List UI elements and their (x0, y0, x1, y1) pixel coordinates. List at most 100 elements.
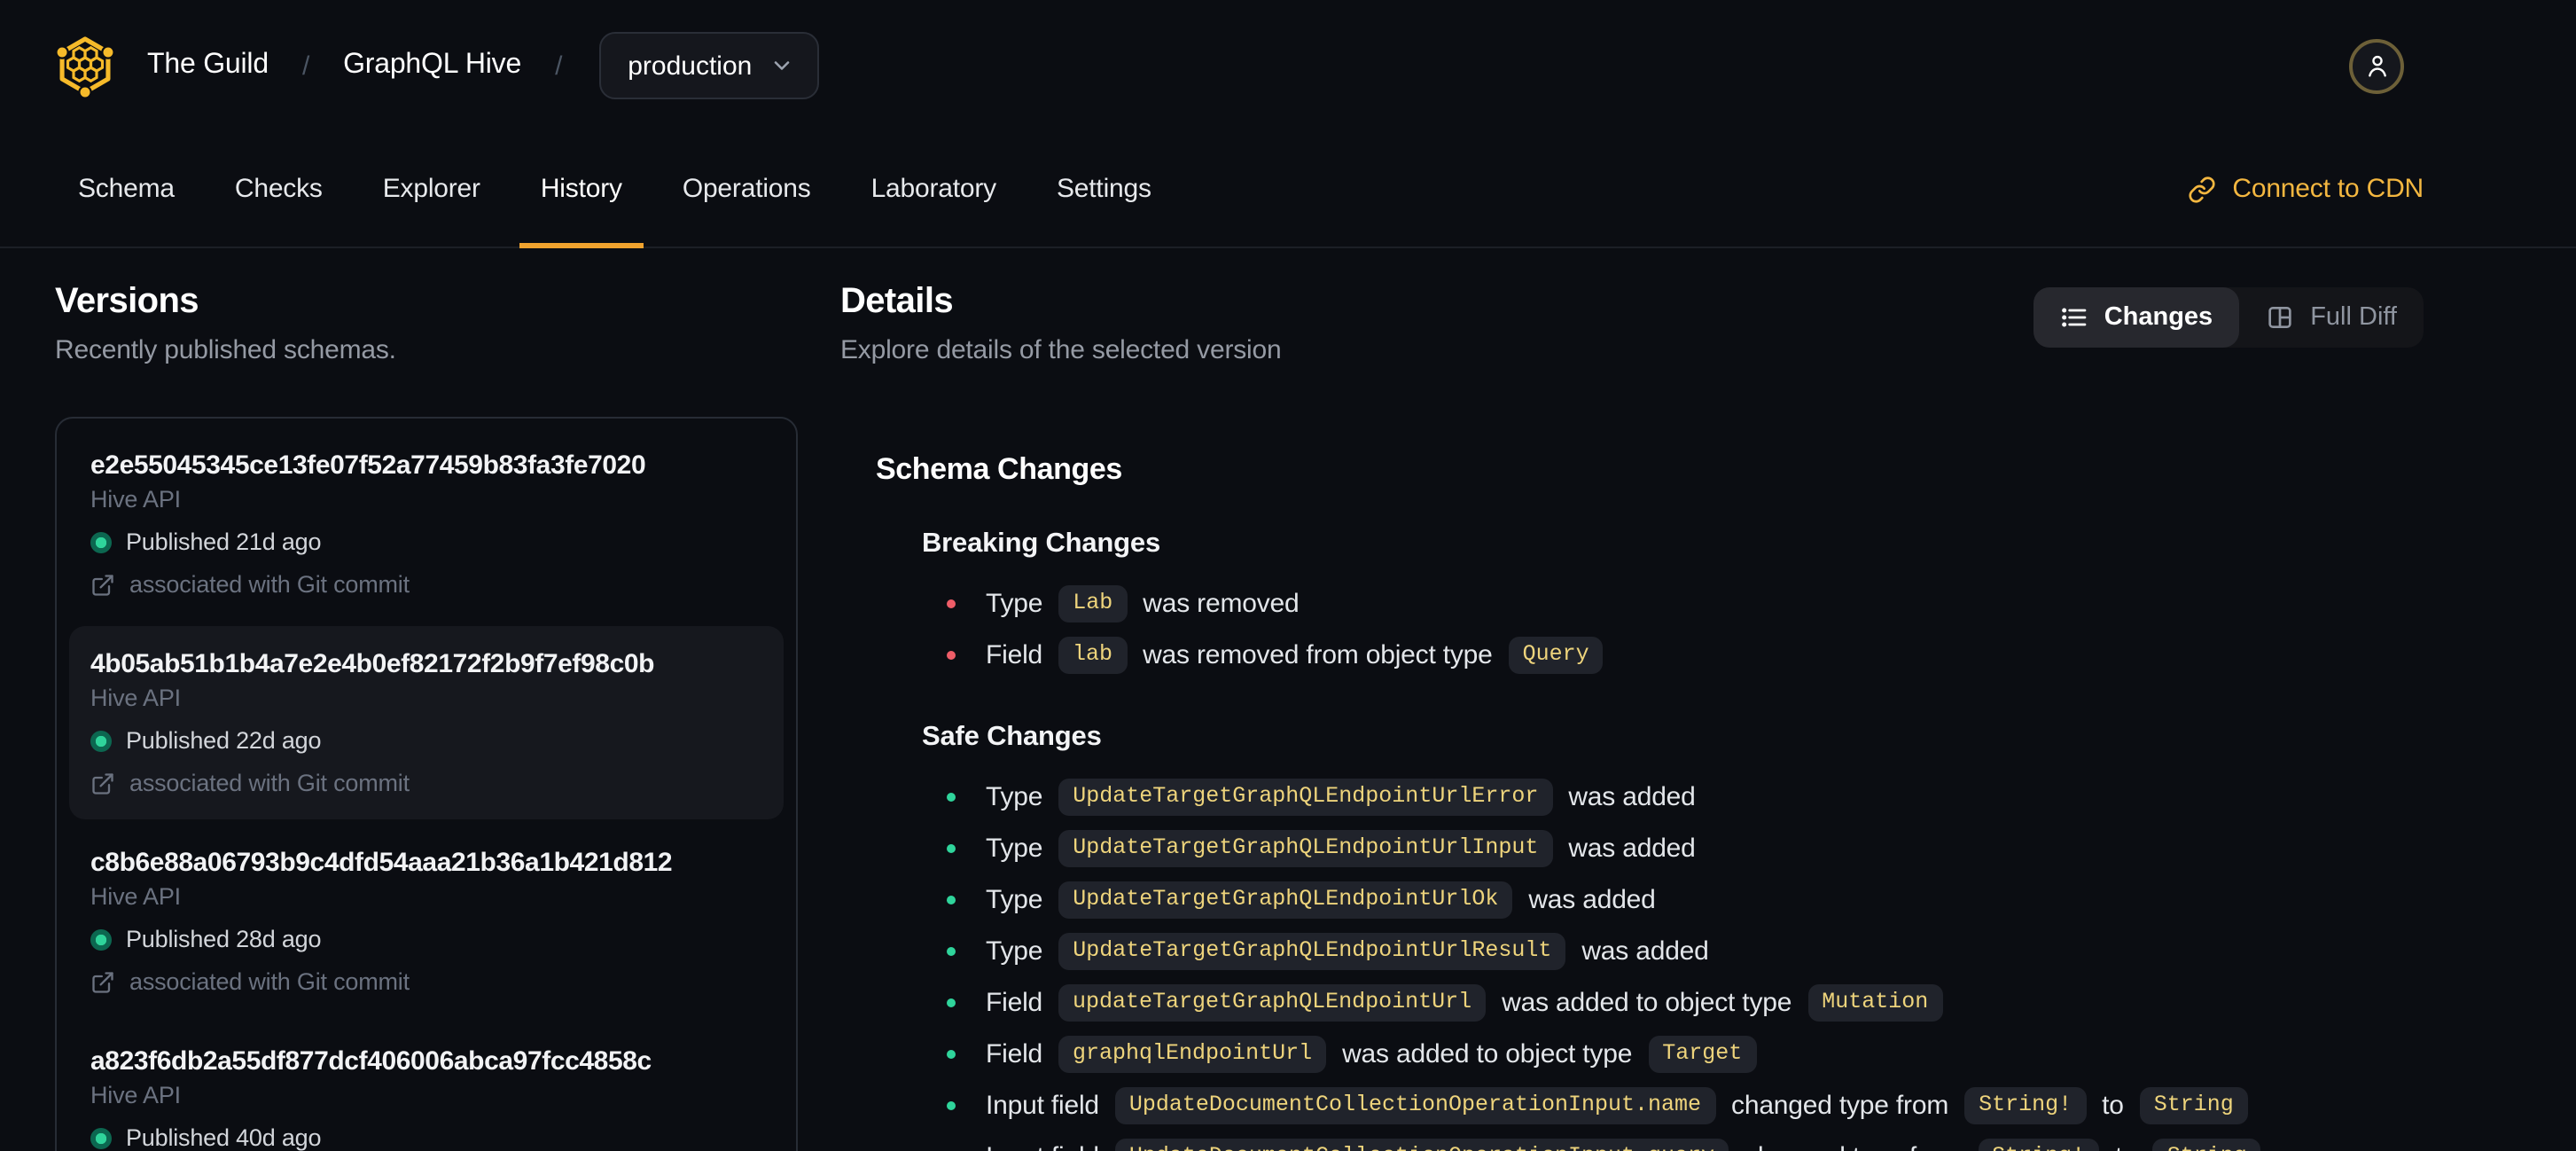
version-list-item[interactable]: 4b05ab51b1b4a7e2e4b0ef82172f2b9f7ef98c0b… (69, 626, 784, 819)
change-bullet (947, 1050, 956, 1059)
tabs-bar: Schema Checks Explorer History Operations Lab… (0, 131, 2576, 248)
change-item: Type UpdateTargetGraphQLEndpointUrlError w… (947, 771, 2424, 823)
version-published-label: Published 40d ago (126, 1124, 322, 1151)
git-commit-label: associated with Git commit (129, 968, 410, 995)
change-text: Type (986, 885, 1043, 915)
user-avatar[interactable] (2349, 38, 2404, 93)
change-item: Field updateTargetGraphQLEndpointUrl was a… (947, 977, 2424, 1029)
version-hash: c8b6e88a06793b9c4dfd54aaa21b36a1b421d812 (90, 848, 673, 878)
main-content: Versions Recently published schemas. e2e… (0, 248, 2576, 1151)
breadcrumb: The Guild / GraphQL Hive / production (147, 32, 820, 99)
external-link-icon (92, 574, 113, 595)
external-link-icon (92, 772, 113, 794)
change-text: Field (986, 1039, 1043, 1069)
change-bullet (947, 793, 956, 802)
change-bullet (947, 947, 956, 956)
code-badge: Query (1508, 637, 1604, 674)
columns-icon (2268, 307, 2291, 328)
git-commit-label: associated with Git commit (129, 770, 410, 796)
git-commit-link[interactable]: associated with Git commit (90, 968, 762, 995)
connect-to-cdn-button[interactable]: Connect to CDN (2188, 131, 2424, 247)
code-badge: graphqlEndpointUrl (1058, 1036, 1327, 1073)
change-text: was removed (1143, 589, 1300, 619)
change-text: changed type from (1745, 1142, 1962, 1151)
details-header: Details Explore details of the selected … (840, 282, 2424, 365)
version-service: Hive API (90, 1082, 181, 1108)
schema-changes-title: Schema Changes (876, 452, 1122, 486)
change-text: Type (986, 936, 1043, 967)
tab-schema[interactable]: Schema (57, 131, 196, 247)
change-text: Type (986, 782, 1043, 812)
code-badge: UpdateTargetGraphQLEndpointUrlInput (1058, 830, 1553, 867)
link-icon (2189, 176, 2215, 202)
change-text: to (2115, 1142, 2137, 1151)
change-text: was added to object type (1502, 988, 1792, 1018)
view-toggle: Changes Full Diff (2033, 287, 2424, 348)
code-badge: UpdateTargetGraphQLEndpointUrlOk (1058, 881, 1513, 919)
code-badge: Lab (1058, 585, 1128, 622)
breadcrumb-separator: / (301, 51, 310, 81)
change-text: was added (1528, 885, 1656, 915)
change-text: Type (986, 589, 1043, 619)
code-badge: String (2152, 1139, 2261, 1151)
version-published-label: Published 22d ago (126, 727, 322, 754)
versions-subtitle: Recently published schemas. (55, 335, 396, 365)
tab-history[interactable]: History (519, 131, 644, 248)
change-item: Field graphqlEndpointUrl was added to obje… (947, 1029, 2424, 1080)
change-groups: Breaking Changes Type Lab was removed Field l… (876, 529, 2424, 1151)
change-text: was added (1568, 782, 1696, 812)
connect-to-cdn-label: Connect to CDN (2232, 174, 2424, 204)
versions-title: Versions (55, 282, 199, 321)
code-badge: UpdateTargetGraphQLEndpointUrlResult (1058, 933, 1566, 970)
full-diff-view-button[interactable]: Full Diff (2239, 287, 2424, 348)
change-item: Input field UpdateDocumentCollectionOpera… (947, 1080, 2424, 1131)
tab-explorer[interactable]: Explorer (362, 131, 502, 247)
git-commit-link[interactable]: associated with Git commit (90, 571, 762, 598)
app-root: The Guild / GraphQL Hive / production Sc… (0, 0, 2576, 1151)
safe-changes-list: Type UpdateTargetGraphQLEndpointUrlError w… (922, 771, 2424, 1151)
git-commit-label: associated with Git commit (129, 571, 410, 598)
version-service: Hive API (90, 883, 181, 910)
version-published-label: Published 21d ago (126, 529, 322, 555)
change-text: Input field (986, 1142, 1099, 1151)
versions-panel: Versions Recently published schemas. e2e… (55, 282, 798, 1151)
details-panel: Details Explore details of the selected … (798, 282, 2424, 1151)
git-commit-link[interactable]: associated with Git commit (90, 770, 762, 796)
version-hash: 4b05ab51b1b4a7e2e4b0ef82172f2b9f7ef98c0b (90, 649, 655, 679)
change-text: was removed from object type (1143, 640, 1493, 670)
target-selector[interactable]: production (599, 32, 820, 99)
version-service: Hive API (90, 486, 181, 513)
code-badge: String! (1978, 1139, 2100, 1151)
target-selector-value: production (628, 51, 753, 81)
tab-settings[interactable]: Settings (1035, 131, 1173, 247)
changes-view-button[interactable]: Changes (2033, 287, 2240, 348)
change-item: Type UpdateTargetGraphQLEndpointUrlOk was … (947, 874, 2424, 926)
version-list-item[interactable]: a823f6db2a55df877dcf406006abca97fcc4858c… (69, 1023, 784, 1151)
changes-view-label: Changes (2104, 303, 2213, 332)
published-status-dot (90, 1127, 112, 1148)
change-bullet (947, 998, 956, 1007)
breaking-changes-list: Type Lab was removed Field lab was removed fr… (922, 578, 2424, 681)
change-bullet (947, 896, 956, 904)
chevron-down-icon (775, 61, 790, 70)
list-icon (2061, 308, 2087, 327)
breaking-changes-group: Breaking Changes Type Lab was removed Field l… (922, 529, 2424, 681)
tab-checks[interactable]: Checks (214, 131, 344, 247)
top-bar: The Guild / GraphQL Hive / production (0, 0, 2576, 131)
change-text: changed type from (1731, 1091, 1949, 1121)
change-bullet (947, 1101, 956, 1110)
hive-logo-icon[interactable] (53, 32, 117, 99)
code-badge: lab (1058, 637, 1128, 674)
version-list-item[interactable]: c8b6e88a06793b9c4dfd54aaa21b36a1b421d812… (69, 825, 784, 1018)
tab-operations[interactable]: Operations (661, 131, 832, 247)
full-diff-view-label: Full Diff (2310, 303, 2397, 332)
change-bullet (947, 599, 956, 608)
version-list-item[interactable]: e2e55045345ce13fe07f52a77459b83fa3fe7020… (69, 427, 784, 621)
tab-laboratory[interactable]: Laboratory (850, 131, 1018, 247)
change-text: Input field (986, 1091, 1099, 1121)
breadcrumb-org[interactable]: The Guild (147, 50, 269, 82)
code-badge: UpdateTargetGraphQLEndpointUrlError (1058, 779, 1553, 816)
breadcrumb-project[interactable]: GraphQL Hive (343, 50, 521, 82)
published-status-dot (90, 531, 112, 552)
change-text: Field (986, 988, 1043, 1018)
